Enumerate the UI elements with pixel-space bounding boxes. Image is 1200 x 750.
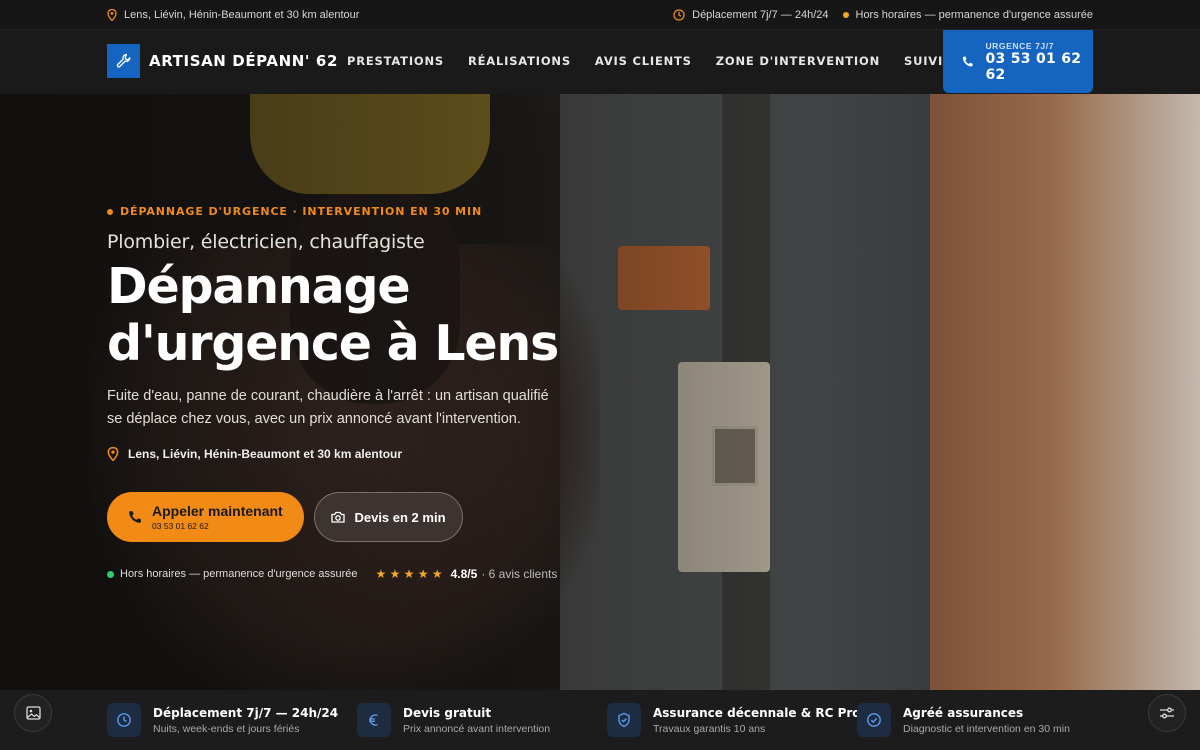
nav-prestations[interactable]: PRESTATIONS [347,54,444,68]
sliders-icon [1160,707,1174,719]
cta-phone: 03 53 01 62 62 [985,50,1082,83]
feature-item: Déplacement 7j/7 — 24h/24 Nuits, week-en… [107,703,338,737]
hero-location: Lens, Liévin, Hénin-Beaumont et 30 km al… [107,447,402,461]
review-count: · 6 avis clients [481,567,558,581]
rating-score: 4.8/5 [450,567,478,581]
feature-item: Devis gratuit Prix annoncé avant interve… [357,703,550,737]
service-area-text: Lens, Liévin, Hénin-Beaumont et 30 km al… [124,8,360,21]
shield-icon [607,703,641,737]
open-status: Hors horaires — permanence d'urgence ass… [107,568,358,580]
euro-icon [357,703,391,737]
feature-subtitle: Nuits, week-ends et jours fériés [153,722,300,735]
hero-title: Dépannage d'urgence à Lens [107,258,627,372]
after-hours: Hors horaires — permanence d'urgence ass… [842,8,1094,21]
feature-title: Assurance décennale & RC Pro [653,705,861,720]
map-pin-icon [107,8,117,21]
feature-subtitle: Diagnostic et intervention en 30 min [903,722,1070,735]
hero-subtitle: Plombier, électricien, chauffagiste [107,231,425,253]
main-nav: PRESTATIONS RÉALISATIONS AVIS CLIENTS ZO… [347,54,1034,68]
quote-button[interactable]: Devis en 2 min [314,492,463,542]
wrench-icon [107,44,140,78]
hero-title-line-1: Dépannage [107,258,411,315]
hero-kicker-text: DÉPANNAGE D'URGENCE · INTERVENTION EN 30… [120,205,483,218]
nav-zone-intervention[interactable]: ZONE D'INTERVENTION [716,54,880,68]
logo-text: ARTISAN DÉPANN' 62 [149,52,339,70]
green-status-dot-icon [107,570,114,578]
check-circle-icon [857,703,891,737]
feature-title: Agréé assurances [903,705,1024,720]
call-now-label: Appeler maintenant [152,503,283,519]
hero-kicker: DÉPANNAGE D'URGENCE · INTERVENTION EN 30… [107,205,482,218]
feature-title: Déplacement 7j/7 — 24h/24 [153,705,339,720]
image-icon [25,706,41,720]
call-now-button[interactable]: Appeler maintenant 03 53 01 62 62 [107,492,304,542]
top-info-bar: Lens, Liévin, Hénin-Beaumont et 30 km al… [0,0,1200,30]
call-now-phone: 03 53 01 62 62 [152,521,209,531]
feature-subtitle: Prix annoncé avant intervention [403,722,551,735]
star-rating-icon: ★ ★ ★ ★ ★ [375,567,443,581]
hero-description: Fuite d'eau, panne de courant, chaudière… [107,388,549,427]
map-pin-icon [107,447,119,461]
kicker-dot-icon [107,208,113,215]
clock-icon [673,8,685,21]
camera-icon [331,511,346,523]
settings-toggle-button[interactable] [1148,694,1186,732]
availability-text: Déplacement 7j/7 — 24h/24 [692,8,829,21]
feature-item: Agréé assurances Diagnostic et intervent… [857,703,1070,737]
quote-button-label: Devis en 2 min [354,509,446,525]
feature-title: Devis gratuit [403,705,492,720]
hero-title-line-2: d'urgence à Lens [107,315,559,372]
feature-subtitle: Travaux garantis 10 ans [653,722,766,735]
availability: Déplacement 7j/7 — 24h/24 [673,8,829,21]
image-gallery-button[interactable] [14,694,52,732]
nav-avis-clients[interactable]: AVIS CLIENTS [595,54,692,68]
service-area: Lens, Liévin, Hénin-Beaumont et 30 km al… [107,8,360,21]
after-hours-text: Hors horaires — permanence d'urgence ass… [855,8,1094,21]
hero-trust-row: Hors horaires — permanence d'urgence ass… [107,567,557,581]
nav-realisations[interactable]: RÉALISATIONS [468,54,571,68]
rating[interactable]: ★ ★ ★ ★ ★ 4.8/5 · 6 avis clients [376,567,558,581]
logo[interactable]: ARTISAN DÉPANN' 62 [107,44,338,78]
phone-icon [962,56,973,66]
phone-icon [129,510,141,523]
hero-location-text: Lens, Liévin, Hénin-Beaumont et 30 km al… [128,447,403,461]
feature-item: Assurance décennale & RC Pro Travaux gar… [607,703,861,737]
emergency-call-button[interactable]: URGENCE 7J/7 03 53 01 62 62 [943,30,1093,93]
cta-label: URGENCE 7J/7 [985,40,1055,51]
features-band: Déplacement 7j/7 — 24h/24 Nuits, week-en… [0,690,1200,750]
clock-icon [107,703,141,737]
status-dot-icon [842,11,849,18]
open-status-text: Hors horaires — permanence d'urgence ass… [120,568,358,580]
